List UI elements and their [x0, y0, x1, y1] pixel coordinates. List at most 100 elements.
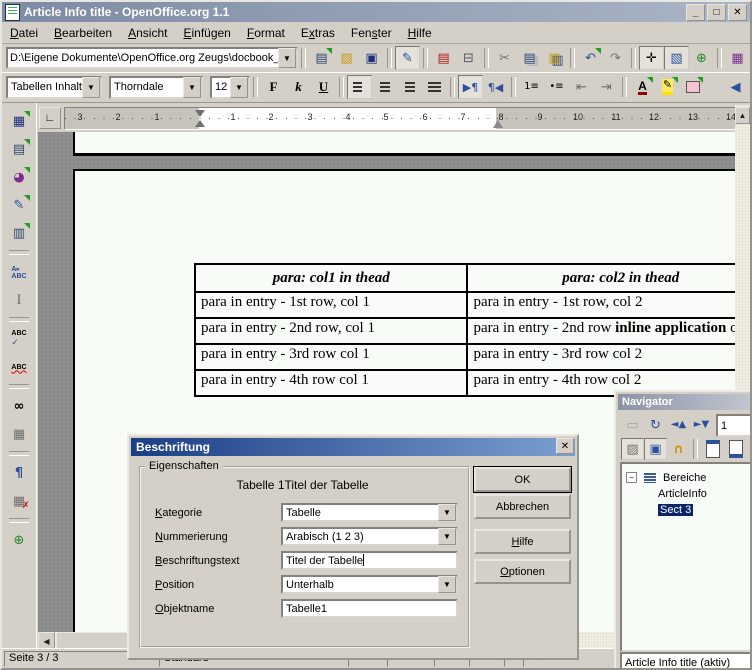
print-file-button[interactable]: ⊟: [456, 46, 481, 70]
navigation-button[interactable]: ↻: [644, 414, 667, 436]
table-cell[interactable]: para in entry - 2nd row, col 1: [195, 318, 467, 344]
cancel-button[interactable]: Abbrechen: [474, 494, 571, 519]
paragraph-style-value[interactable]: Tabellen Inhalt: [8, 80, 82, 94]
table-cell[interactable]: para in entry - 3rd row col 2: [467, 344, 739, 370]
options-button[interactable]: Optionen: [474, 559, 571, 584]
header-button[interactable]: [701, 438, 724, 460]
rtl-paragraph-button[interactable]: ¶◀: [483, 75, 508, 99]
navigator-button[interactable]: ✛: [639, 46, 664, 70]
footer-button[interactable]: [724, 438, 747, 460]
cut-button[interactable]: ✂: [492, 46, 517, 70]
decrease-indent-button[interactable]: ⇤: [569, 75, 594, 99]
insert-button[interactable]: ▤: [7, 137, 32, 161]
paragraph-style-combobox[interactable]: Tabellen Inhalt ▼: [6, 76, 102, 99]
next-object-button[interactable]: ►▼: [690, 414, 713, 436]
object-name-input[interactable]: Tabelle1: [281, 599, 458, 618]
tree-item-sect3[interactable]: Sect 3: [658, 502, 693, 517]
page-2-bottom[interactable]: [73, 132, 739, 156]
direct-cursor-button[interactable]: I: [7, 288, 32, 312]
table-header-cell[interactable]: para: col2 in thead: [467, 264, 739, 292]
copy-button[interactable]: ▤: [517, 46, 542, 70]
insert-table-button[interactable]: ▦: [7, 109, 32, 133]
menu-einfuegen[interactable]: Einfügen: [175, 24, 238, 42]
font-name-combobox[interactable]: Thorndale ▼: [109, 76, 203, 99]
menu-fenster[interactable]: Fenster: [343, 24, 400, 42]
page-spinner[interactable]: 1: [716, 414, 752, 437]
font-color-button[interactable]: A: [630, 75, 655, 99]
italic-button[interactable]: k: [286, 75, 311, 99]
open-button[interactable]: ▨: [334, 46, 359, 70]
font-size-combobox[interactable]: 12 ▼: [210, 76, 250, 99]
dialog-close-icon[interactable]: ✕: [556, 438, 574, 454]
increase-indent-button[interactable]: ⇥: [594, 75, 619, 99]
close-button[interactable]: ✕: [728, 4, 747, 21]
menu-datei[interactable]: Datei: [2, 24, 46, 42]
align-justify-button[interactable]: [422, 75, 447, 99]
category-dropdown-icon[interactable]: ▼: [438, 504, 456, 521]
table-cell[interactable]: para in entry - 3rd row col 1: [195, 344, 467, 370]
highlighting-button[interactable]: ✎: [655, 75, 680, 99]
content-view-button[interactable]: ▨: [621, 438, 644, 460]
caption-text-input[interactable]: Titel der Tabelle: [281, 551, 458, 570]
show-root-button[interactable]: ▣: [644, 438, 667, 460]
menu-extras[interactable]: Extras: [293, 24, 343, 42]
table-header-cell[interactable]: para: col1 in thead: [195, 264, 467, 292]
position-dropdown-icon[interactable]: ▼: [438, 576, 456, 593]
url-dropdown-icon[interactable]: ▼: [278, 48, 296, 68]
ltr-paragraph-button[interactable]: ▶¶: [458, 75, 483, 99]
export-pdf-button[interactable]: ▤: [431, 46, 456, 70]
draw-functions-button[interactable]: ✎: [7, 193, 32, 217]
menu-bearbeiten[interactable]: Bearbeiten: [46, 24, 120, 42]
left-indent-marker[interactable]: [195, 120, 205, 127]
scroll-up-icon[interactable]: ▲: [735, 107, 750, 124]
menu-ansicht[interactable]: Ansicht: [120, 24, 175, 42]
anchor-text-button[interactable]: [747, 438, 752, 460]
style-dropdown-icon[interactable]: ▼: [82, 77, 100, 98]
ok-button[interactable]: OK: [474, 467, 571, 492]
align-center-button[interactable]: [372, 75, 397, 99]
right-margin-marker[interactable]: [493, 115, 503, 128]
help-button[interactable]: Hilfe: [474, 529, 571, 554]
undo-button[interactable]: ↶: [578, 46, 603, 70]
menu-hilfe[interactable]: Hilfe: [400, 24, 440, 42]
tree-item-bereiche[interactable]: − Bereiche: [626, 470, 706, 485]
font-dropdown-icon[interactable]: ▼: [183, 77, 201, 98]
navigator-document-selector[interactable]: Article Info title (aktiv): [620, 652, 752, 670]
align-right-button[interactable]: [397, 75, 422, 99]
save-button[interactable]: ▣: [359, 46, 384, 70]
align-left-button[interactable]: [347, 75, 372, 99]
position-dropdown[interactable]: Unterhalb ▼: [281, 575, 458, 594]
redo-button[interactable]: ↷: [603, 46, 628, 70]
numbering-dropdown[interactable]: Arabisch (1 2 3) ▼: [281, 527, 458, 546]
previous-object-button[interactable]: ◄▲: [667, 414, 690, 436]
stylist-button[interactable]: ▧: [664, 46, 689, 70]
data-sources-button[interactable]: ▦: [7, 422, 32, 446]
set-reminder-button[interactable]: ∩: [667, 438, 690, 460]
page-spinner-value[interactable]: 1: [718, 420, 752, 432]
spellcheck-button[interactable]: ABC✓: [7, 327, 32, 351]
find-replace-button[interactable]: ∞: [7, 394, 32, 418]
toolbar-scroll-left-button[interactable]: ◀: [723, 75, 748, 99]
table-cell[interactable]: para in entry - 1st row, col 1: [195, 292, 467, 318]
tab-type-button[interactable]: ∟: [39, 107, 61, 129]
numbered-list-button[interactable]: 1≡: [519, 75, 544, 99]
form-functions-button[interactable]: ▥: [7, 221, 32, 245]
table-cell[interactable]: para in entry - 1st row, col 2: [467, 292, 739, 318]
category-dropdown[interactable]: Tabelle ▼: [281, 503, 458, 522]
minimize-button[interactable]: _: [686, 4, 705, 21]
numbering-dropdown-icon[interactable]: ▼: [438, 528, 456, 545]
maximize-button[interactable]: □: [707, 4, 726, 21]
autotext-button[interactable]: A▸ABC: [7, 260, 32, 284]
gallery-button[interactable]: ▦: [725, 46, 750, 70]
table-cell[interactable]: para in entry - 2nd row inline applicati…: [467, 318, 739, 344]
paste-button[interactable]: ▥: [542, 46, 567, 70]
paragraph-background-button[interactable]: [680, 75, 705, 99]
document-table[interactable]: para: col1 in thead para: col2 in thead …: [194, 263, 739, 397]
hyperlink-dialog-button[interactable]: ⊕: [689, 46, 714, 70]
menu-format[interactable]: Format: [239, 24, 293, 42]
edit-file-button[interactable]: ✎: [395, 46, 420, 70]
nonprinting-characters-button[interactable]: ¶: [7, 461, 32, 485]
toggle-button[interactable]: ▭: [621, 414, 644, 436]
underline-button[interactable]: U: [311, 75, 336, 99]
auto-spellcheck-button[interactable]: ABC: [7, 355, 32, 379]
